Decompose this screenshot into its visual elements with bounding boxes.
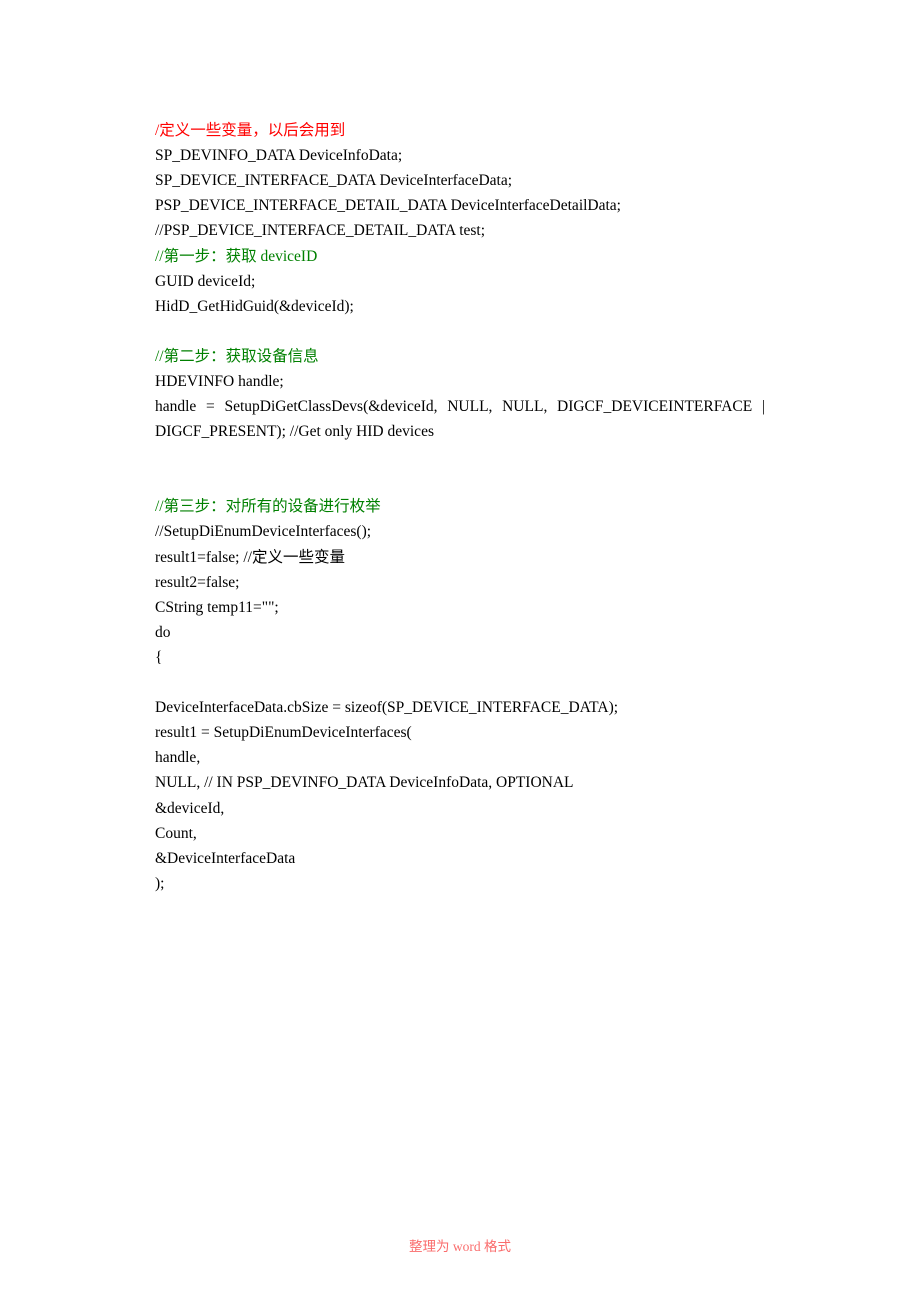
blank-line bbox=[155, 444, 765, 469]
code-line: &deviceId, bbox=[155, 796, 765, 821]
code-line: /定义一些变量，以后会用到 bbox=[155, 118, 765, 143]
code-line: &DeviceInterfaceData bbox=[155, 846, 765, 871]
page-footer: 整理为 word 格式 bbox=[0, 1235, 920, 1255]
code-line: //第三步：对所有的设备进行枚举 bbox=[155, 494, 765, 519]
code-line: SP_DEVICE_INTERFACE_DATA DeviceInterface… bbox=[155, 168, 765, 193]
code-line: //第一步：获取 deviceID bbox=[155, 244, 765, 269]
code-line: //第二步：获取设备信息 bbox=[155, 344, 765, 369]
code-line: GUID deviceId; bbox=[155, 269, 765, 294]
code-line: result1 = SetupDiEnumDeviceInterfaces( bbox=[155, 720, 765, 745]
code-line: DIGCF_PRESENT); //Get only HID devices bbox=[155, 419, 765, 444]
code-line: NULL, // IN PSP_DEVINFO_DATA DeviceInfoD… bbox=[155, 770, 765, 795]
code-line: PSP_DEVICE_INTERFACE_DETAIL_DATA DeviceI… bbox=[155, 193, 765, 218]
code-line: do bbox=[155, 620, 765, 645]
code-line: { bbox=[155, 645, 765, 670]
blank-line bbox=[155, 319, 765, 344]
code-line: //PSP_DEVICE_INTERFACE_DETAIL_DATA test; bbox=[155, 218, 765, 243]
code-line: handle = SetupDiGetClassDevs(&deviceId, … bbox=[155, 394, 765, 419]
code-line: result1=false; //定义一些变量 bbox=[155, 545, 765, 570]
code-line: SP_DEVINFO_DATA DeviceInfoData; bbox=[155, 143, 765, 168]
code-line: //SetupDiEnumDeviceInterfaces(); bbox=[155, 519, 765, 544]
code-line: Count, bbox=[155, 821, 765, 846]
code-line: handle, bbox=[155, 745, 765, 770]
blank-line bbox=[155, 670, 765, 695]
code-line: CString temp11=""; bbox=[155, 595, 765, 620]
code-line: DeviceInterfaceData.cbSize = sizeof(SP_D… bbox=[155, 695, 765, 720]
blank-line bbox=[155, 469, 765, 494]
code-line: result2=false; bbox=[155, 570, 765, 595]
document-page: /定义一些变量，以后会用到SP_DEVINFO_DATA DeviceInfoD… bbox=[0, 0, 920, 896]
code-line: ); bbox=[155, 871, 765, 896]
code-line: HidD_GetHidGuid(&deviceId); bbox=[155, 294, 765, 319]
code-line: HDEVINFO handle; bbox=[155, 369, 765, 394]
